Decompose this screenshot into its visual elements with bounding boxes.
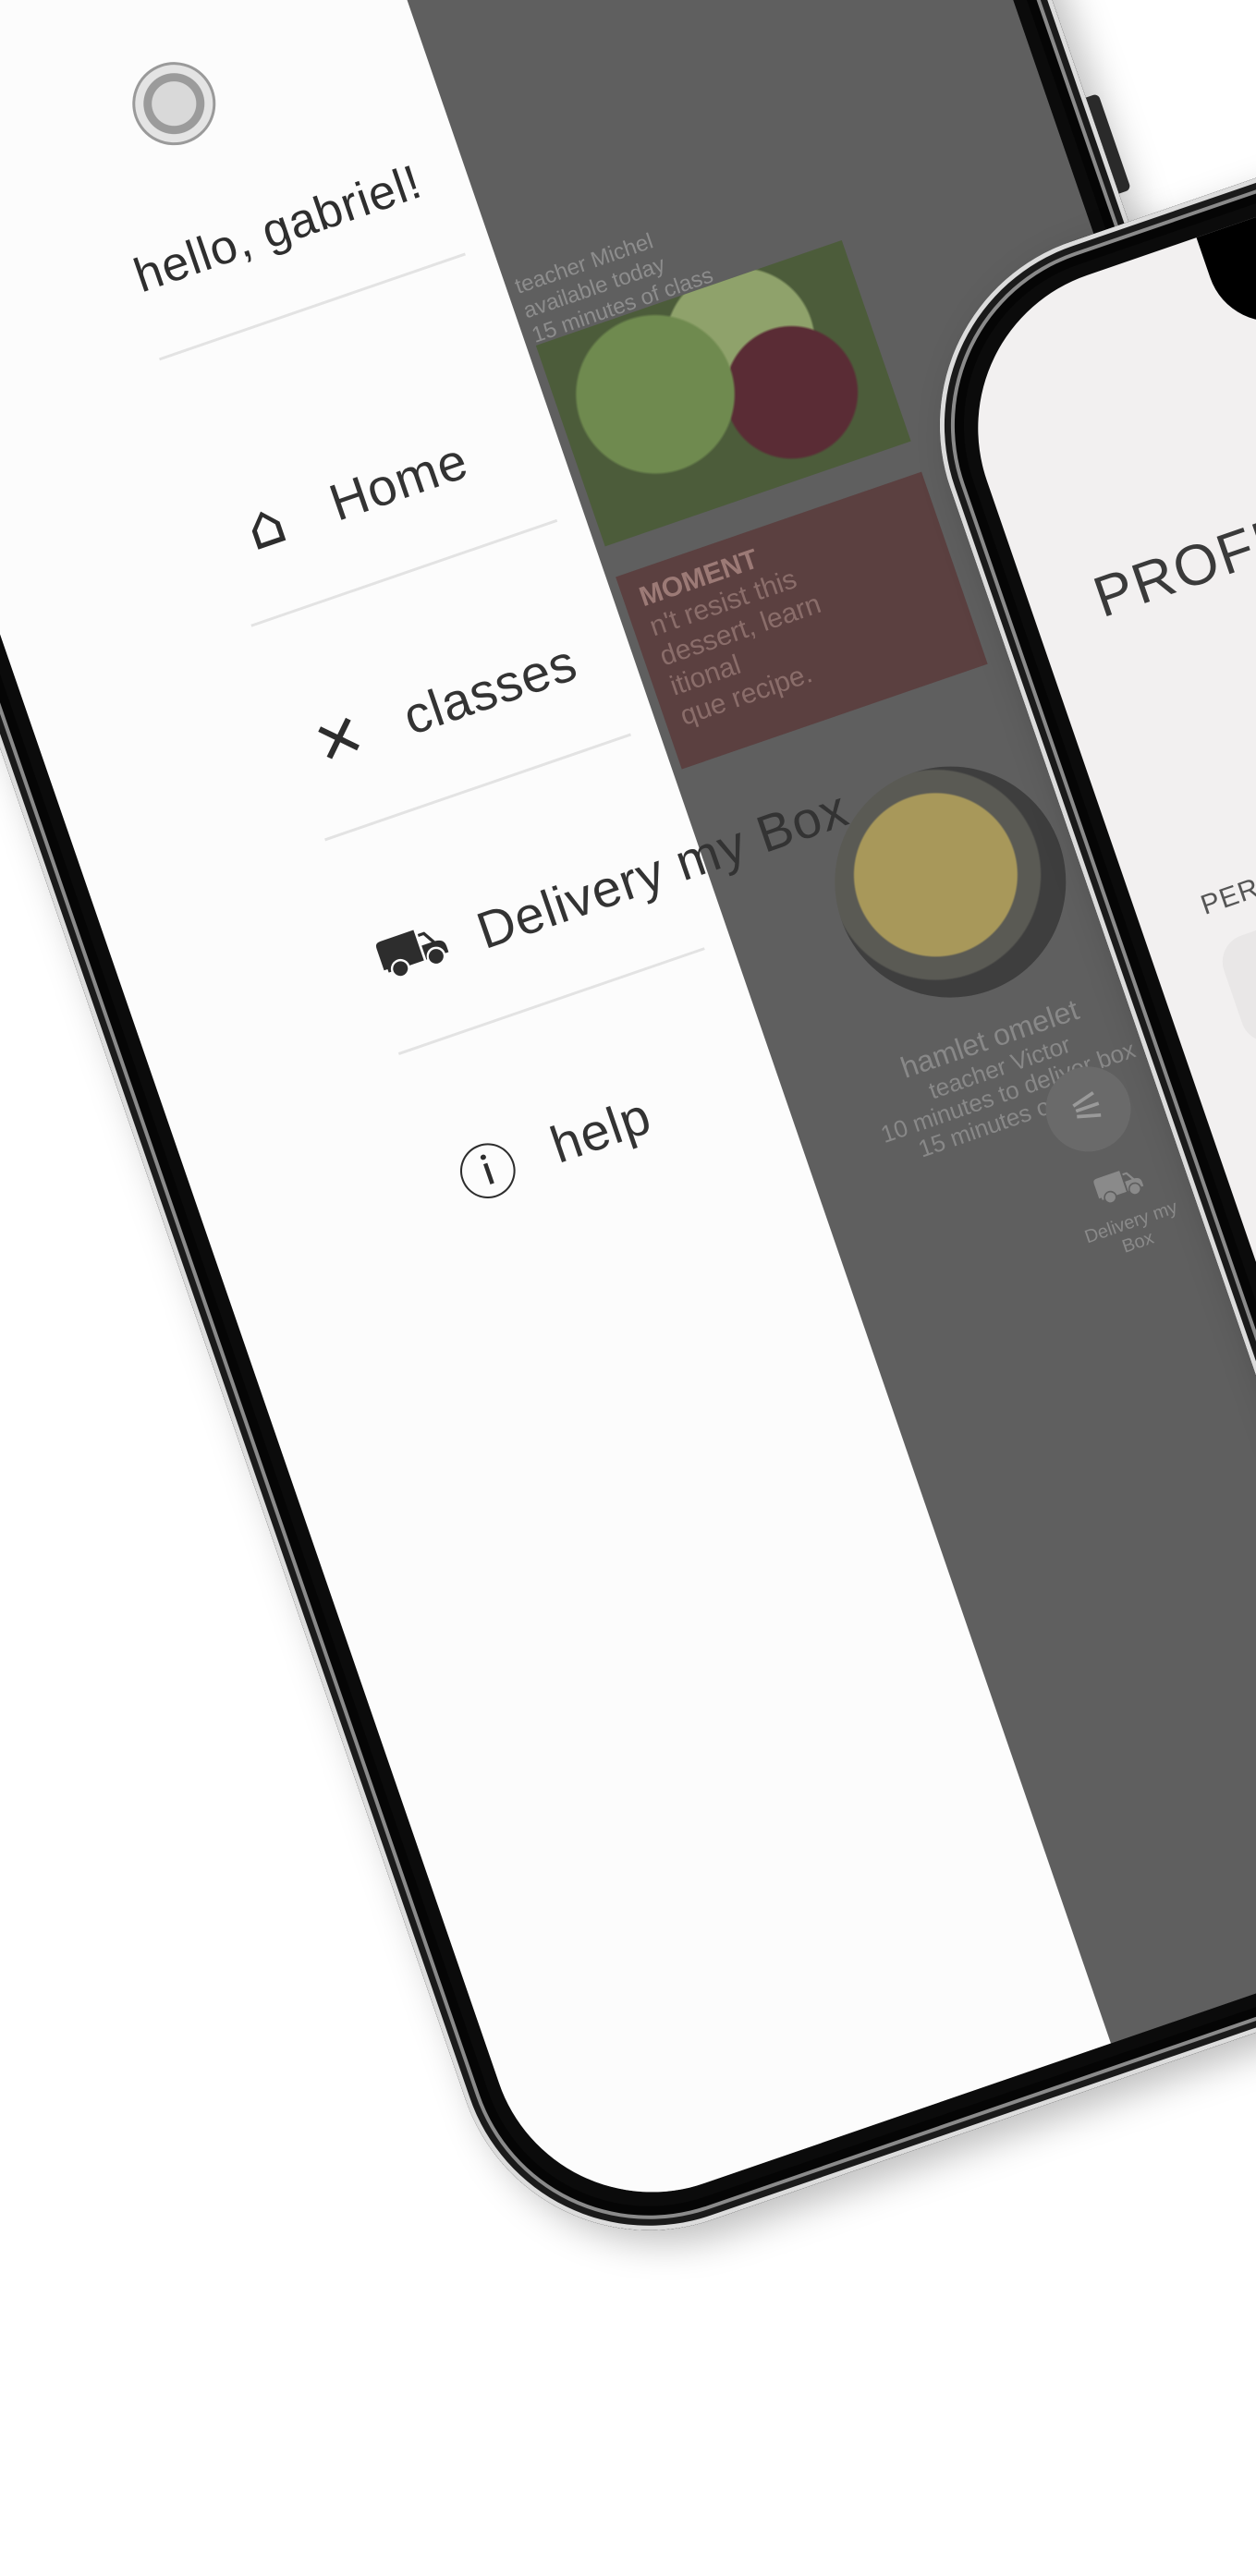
section-heading: PERSO: [1197, 858, 1256, 921]
menu-item-label: help: [543, 1085, 659, 1174]
omelet-card-info: hamlet omelet teacher Victor 10 minutes …: [835, 971, 1169, 1180]
bottom-nav-delivery[interactable]: ⛟ Delivery my Box: [1050, 1143, 1203, 1274]
app-logo: [121, 50, 227, 157]
help-icon: ⓘ: [449, 1131, 529, 1216]
delivery-truck-icon: ⛟: [365, 906, 458, 996]
menu-item-label: Home: [322, 430, 475, 532]
close-icon[interactable]: ×: [309, 0, 391, 6]
home-icon: ⌂: [237, 488, 295, 565]
menu-item-classes[interactable]: ✕ classes: [286, 616, 590, 798]
greeting: hello, gabriel!: [128, 154, 429, 304]
page-title: PROFILE: [1086, 485, 1256, 630]
menu-item-help[interactable]: ⓘ help: [433, 1069, 664, 1225]
whisk-spoon-icon: ✕: [305, 699, 374, 782]
menu-item-label: classes: [396, 632, 584, 746]
